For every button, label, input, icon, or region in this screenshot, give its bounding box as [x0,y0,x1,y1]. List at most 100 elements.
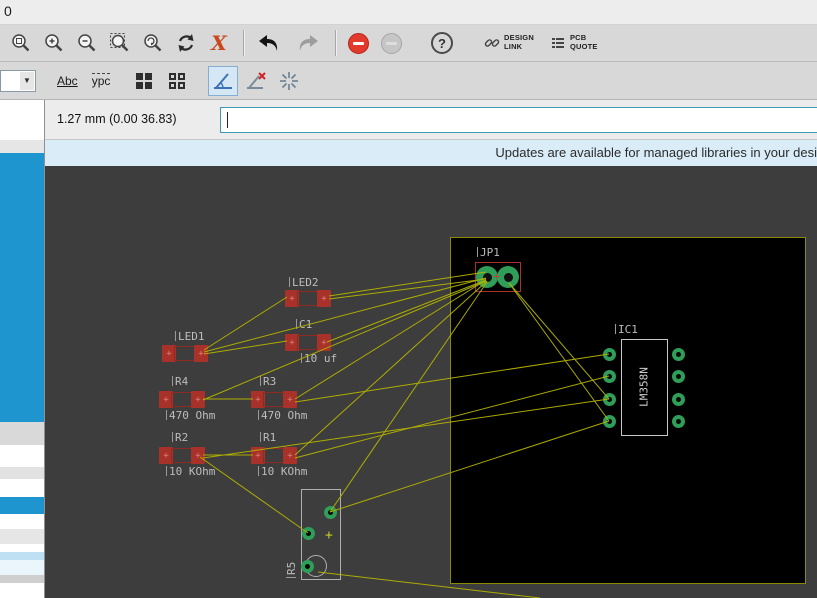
drill-hole [305,564,310,569]
zoom-fit-icon [10,32,32,54]
undo-button[interactable] [251,28,287,58]
help-button[interactable]: ? [427,28,457,58]
component-c1[interactable] [285,334,331,351]
component-value-label: 470 Ohm [258,409,307,422]
sidebar-row[interactable] [0,514,44,529]
zoom-out-icon [76,32,98,54]
angle-snap-on-button[interactable] [208,66,238,96]
angle-snap-off-button[interactable] [241,66,271,96]
footprint-outline [297,291,319,306]
stop-button[interactable] [343,28,373,58]
sidebar-selection[interactable] [0,153,44,422]
window-top-strip: 0 [0,0,817,25]
component-r3[interactable] [251,391,297,408]
redo-button[interactable] [290,28,326,58]
zoom-select-button[interactable] [105,28,135,58]
show-values-toggle[interactable]: ypc [87,70,116,92]
through-hole-pad[interactable] [603,370,616,383]
zoom-in-button[interactable] [39,28,69,58]
sidebar-row[interactable] [0,479,44,497]
footprint-outline [171,392,193,407]
sidebar-row[interactable] [0,100,44,140]
design-link-button[interactable]: DESIGN LINK [476,28,542,58]
smd-pad[interactable] [317,290,331,307]
show-names-toggle[interactable]: Abc [52,70,83,92]
left-panel [0,100,45,598]
component-ref-label: JP1 [477,246,500,259]
sidebar-row[interactable] [0,445,44,467]
grid-alt-button[interactable] [162,66,192,96]
pcb-quote-label: PCB QUOTE [570,34,598,51]
sidebar-row[interactable] [0,544,44,552]
smd-pad[interactable] [191,447,205,464]
sidebar-row[interactable] [0,529,44,544]
sidebar-row[interactable] [0,467,44,479]
smd-pad[interactable] [283,447,297,464]
refresh-button[interactable] [171,28,201,58]
sidebar-row[interactable] [0,560,44,575]
smd-pad[interactable] [283,391,297,408]
zoom-out-button[interactable] [72,28,102,58]
drill-hole [328,510,333,515]
through-hole-pad[interactable] [302,527,315,540]
pcb-editor-window: 0 X [0,0,817,598]
zoom-fit-button[interactable] [6,28,36,58]
pcb-quote-button[interactable]: PCB QUOTE [542,28,606,58]
through-hole-pad[interactable] [672,370,685,383]
footprint-outline [263,392,285,407]
footprint-outline [174,346,196,361]
go-button[interactable] [376,28,406,58]
toolbar-separator [243,30,245,56]
through-hole-pad[interactable] [603,415,616,428]
component-value-label: 10 KOhm [258,465,307,478]
sidebar-row[interactable] [0,140,44,153]
component-led2[interactable] [285,290,331,307]
main-toolbar: X ? DESIGN LINK PCB [0,25,817,62]
component-r2[interactable] [159,447,205,464]
library-update-message: Updates are available for managed librar… [45,140,817,166]
component-ref-label: C1 [296,318,312,331]
stop-icon [348,33,369,54]
refresh-icon [175,32,197,54]
footprint-outline [171,448,193,463]
sidebar-row[interactable] [0,575,44,583]
sidebar-row[interactable] [0,583,44,598]
component-ref-label: R2 [172,431,188,444]
snap-mark-button[interactable] [274,66,304,96]
sidebar-row[interactable] [0,422,44,445]
through-hole-pad[interactable] [324,506,337,519]
component-ref-label: IC1 [615,323,638,336]
smd-pad[interactable] [191,391,205,408]
window-title-fragment: 0 [4,3,12,19]
footprint-outline [263,448,285,463]
component-led1[interactable] [162,345,208,362]
board-canvas[interactable]: LED2 C1 10 uf LED1 R4 470 Ohm [45,166,817,598]
through-hole-pad[interactable] [603,348,616,361]
command-input[interactable] [220,107,817,133]
last-command-button[interactable]: X [204,28,234,58]
zoom-redraw-button[interactable] [138,28,168,58]
through-hole-pad[interactable] [672,393,685,406]
component-value-label: 10 KOhm [166,465,215,478]
grid-dots-icon [169,73,185,89]
component-ref-label: R3 [260,375,276,388]
component-r1[interactable] [251,447,297,464]
through-hole-pad[interactable] [672,415,685,428]
through-hole-pad[interactable] [497,266,519,288]
smd-pad[interactable] [317,334,331,351]
sidebar-row[interactable] [0,552,44,560]
zoom-redraw-icon [142,32,164,54]
through-hole-pad[interactable] [672,348,685,361]
layer-select[interactable]: ▼ [0,70,36,92]
command-bar: 1.27 mm (0.00 36.83) [45,100,817,140]
drill-hole [607,419,612,424]
zoom-select-icon [109,32,131,54]
drill-hole [504,273,513,282]
through-hole-pad[interactable] [603,393,616,406]
grid-style-button[interactable] [129,66,159,96]
smd-pad[interactable] [194,345,208,362]
sidebar-selection[interactable] [0,497,44,514]
toolbar-separator [335,30,337,56]
component-r4[interactable] [159,391,205,408]
through-hole-pad[interactable] [301,560,314,573]
